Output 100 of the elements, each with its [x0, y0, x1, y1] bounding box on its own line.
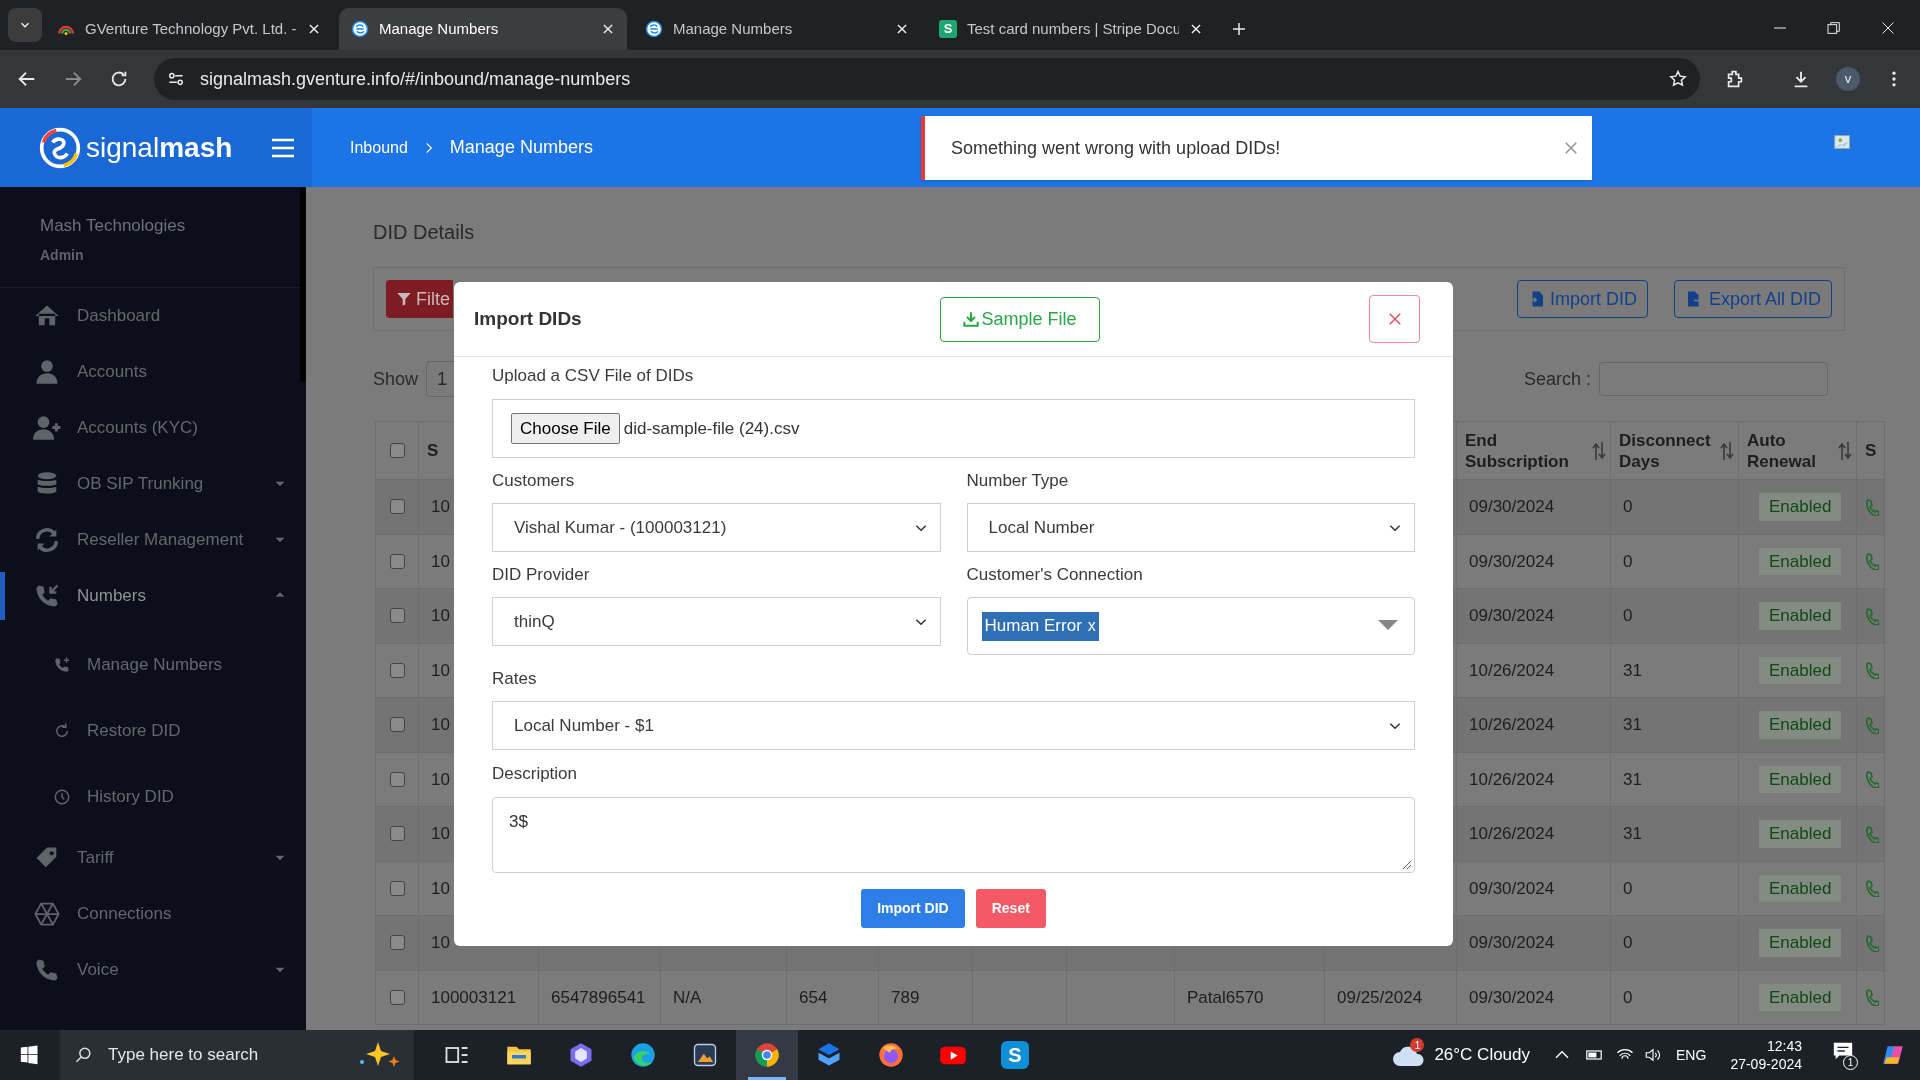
sidebar-item[interactable]: OB SIP Trunking	[0, 456, 306, 512]
new-tab-icon[interactable]	[1230, 20, 1248, 38]
sort-icon[interactable]	[1838, 441, 1852, 460]
profile-avatar[interactable]: v	[1836, 67, 1860, 91]
windows-icon[interactable]	[20, 1045, 40, 1065]
table-cell-text: 10/26/2024	[1469, 714, 1555, 736]
multi-select-field[interactable]: Human Error x	[966, 597, 1415, 655]
close-icon[interactable]	[1880, 20, 1896, 36]
filter-button[interactable]: Filte	[386, 280, 453, 318]
close-icon[interactable]	[307, 22, 321, 36]
close-icon[interactable]	[601, 22, 615, 36]
select-field[interactable]: thinQ	[492, 597, 941, 646]
select-field[interactable]: Local Number	[966, 503, 1415, 552]
sidebar-item[interactable]: Tariff	[0, 830, 306, 886]
taskbar-search[interactable]: Type here to search	[60, 1030, 414, 1080]
table-cell-text: 654	[799, 986, 828, 1009]
sidebar-subitem[interactable]: Restore DID	[0, 698, 306, 764]
select-field[interactable]: Local Number - $1	[492, 701, 1415, 750]
close-button[interactable]	[1369, 295, 1420, 343]
remove-tag-button[interactable]: x	[1087, 614, 1096, 638]
sidebar-item[interactable]: Voice	[0, 942, 306, 998]
checkbox[interactable]	[389, 717, 405, 733]
file-name: did-sample-file (24).csv	[623, 417, 800, 440]
status-badge: Enabled	[1759, 874, 1842, 902]
sort-icon[interactable]	[1592, 441, 1606, 460]
address-field[interactable]: signalmash.gventure.info/#/inbound/manage-numbers	[153, 58, 1701, 100]
browser-tab[interactable]: Manage Numbers	[339, 8, 627, 50]
close-icon[interactable]	[895, 22, 909, 36]
table-cell-text: 0	[1623, 932, 1633, 954]
star-icon[interactable]	[1668, 69, 1689, 89]
menu-icon[interactable]	[270, 136, 297, 159]
column-header[interactable]: Auto Renewal	[1747, 429, 1834, 472]
table-cell-text: 09/30/2024	[1469, 550, 1555, 573]
checkbox[interactable]	[389, 989, 405, 1005]
sidebar-subitem[interactable]: History DID	[0, 764, 306, 830]
checkbox[interactable]	[389, 826, 405, 842]
sort-icon[interactable]	[1720, 441, 1734, 460]
checkbox[interactable]	[389, 771, 405, 787]
table-cell-text: 10/26/2024	[1469, 823, 1555, 845]
checkbox[interactable]	[389, 553, 405, 569]
import-button[interactable]: Import DID	[861, 889, 965, 928]
breadcrumb-link[interactable]: Inbound	[350, 135, 408, 160]
battery-icon[interactable]	[1584, 1047, 1605, 1063]
toast-message: Something went wrong with upload DIDs!	[951, 136, 1282, 160]
resize-handle-icon[interactable]	[1402, 860, 1412, 870]
select-field[interactable]: Vishal Kumar - (100003121)	[492, 503, 941, 552]
checkbox[interactable]	[389, 880, 405, 896]
sidebar-item[interactable]: Reseller Management	[0, 512, 306, 568]
column-header[interactable]: S	[1865, 440, 1885, 461]
close-icon	[1387, 312, 1402, 326]
checkbox[interactable]	[389, 499, 405, 515]
table-cell-text: 0	[1623, 605, 1633, 627]
field-label: Customers	[492, 470, 576, 492]
notification-badge: 1	[1843, 1055, 1858, 1070]
table-cell-text: 10	[431, 605, 450, 627]
status-badge: Enabled	[1759, 929, 1842, 957]
reset-button[interactable]: Reset	[975, 889, 1046, 928]
sidebar-item[interactable]: Connections	[0, 886, 306, 942]
sidebar-item[interactable]: Accounts	[0, 344, 306, 400]
sidebar-item[interactable]: Numbers	[0, 568, 306, 624]
column-header[interactable]: Disconnect Days	[1619, 429, 1716, 472]
checkbox[interactable]	[389, 608, 405, 624]
notification-badge: 1	[1410, 1038, 1425, 1052]
field-label: DID Provider	[492, 564, 591, 586]
description-field[interactable]: 3$	[492, 797, 1415, 873]
column-header[interactable]: End Subscription	[1465, 429, 1588, 472]
table-cell-text: 10	[431, 659, 450, 682]
checkbox[interactable]	[389, 443, 405, 458]
sample-file-button[interactable]: Sample File	[940, 296, 1100, 342]
table-cell-text: 09/30/2024	[1469, 986, 1555, 1009]
sidebar-item[interactable]: Accounts (KYC)	[0, 400, 306, 456]
url-text: signalmash.gventure.info/#/inbound/manage-numbers	[199, 67, 632, 91]
table-cell-text: 31	[1623, 714, 1642, 736]
checkbox[interactable]	[389, 935, 405, 951]
clock[interactable]: 12:43 27-09-2024	[1730, 1037, 1802, 1073]
import-did-button[interactable]: Import DID	[1516, 280, 1648, 318]
taskbar-app[interactable]	[736, 1030, 798, 1080]
logo-icon	[38, 125, 82, 170]
checkbox[interactable]	[389, 662, 405, 678]
taskbar-app[interactable]: S	[984, 1030, 1046, 1080]
tab-title: GVenture Technology Pvt. Ltd. -	[85, 18, 297, 39]
field-label: Upload a CSV File of DIDs	[492, 365, 695, 387]
table-cell-text: 789	[891, 986, 920, 1009]
table-cell-text: N/A	[673, 986, 702, 1009]
file-input[interactable]: Choose File did-sample-file (24).csv	[492, 399, 1415, 458]
language-indicator[interactable]: ENG	[1676, 1044, 1707, 1066]
tab-title: Manage Numbers	[379, 18, 500, 39]
export-button[interactable]: Export All DID	[1673, 280, 1832, 318]
show-label: Show	[373, 367, 419, 391]
field-label: Customer's Connection	[966, 564, 1144, 586]
sidebar-subitem[interactable]: Manage Numbers	[0, 632, 306, 698]
site-icon	[645, 20, 663, 38]
close-icon[interactable]	[1189, 22, 1203, 36]
restore-icon[interactable]	[1826, 20, 1842, 36]
phone-icon	[53, 656, 71, 674]
org-name: Mash Technologies	[40, 215, 187, 237]
volume-icon[interactable]	[1644, 1046, 1663, 1064]
sidebar-item[interactable]: Dashboard	[0, 288, 306, 344]
choose-file-button[interactable]: Choose File	[511, 413, 620, 444]
status-badge: Enabled	[1759, 765, 1842, 793]
